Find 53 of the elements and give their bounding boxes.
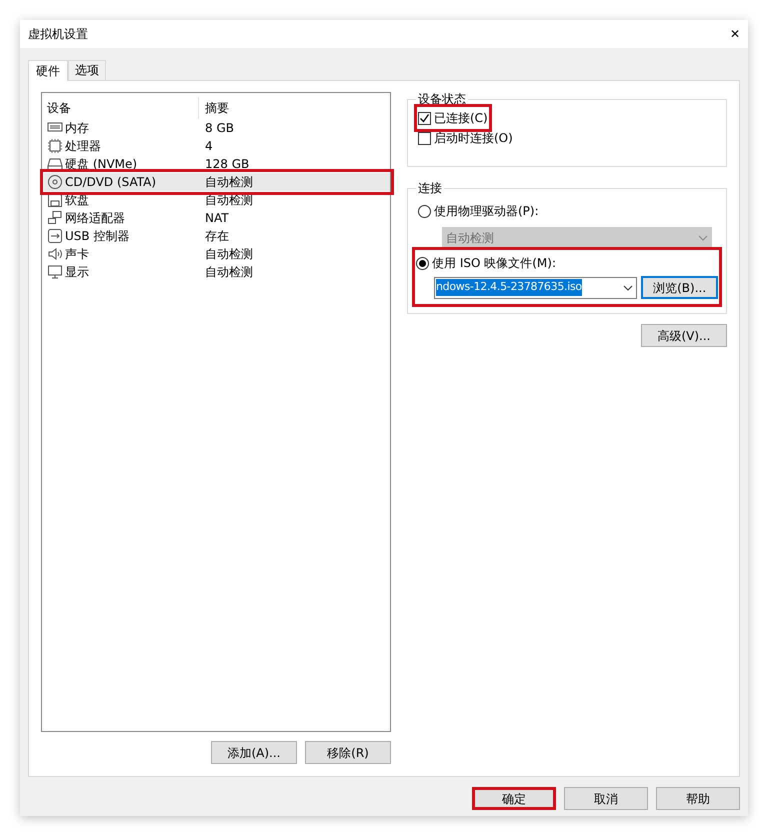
speaker-icon <box>47 246 63 262</box>
device-summary: 存在 <box>205 229 229 243</box>
column-header: 设备 <box>47 100 71 117</box>
window-title: 虚拟机设置 <box>28 26 88 43</box>
device-summary: 自动检测 <box>205 175 253 189</box>
add-button[interactable]: 添加(A)... <box>211 741 297 764</box>
dialog-button[interactable]: 帮助 <box>656 787 740 810</box>
browse-button[interactable]: 浏览(B)... <box>641 276 718 299</box>
device-summary: 4 <box>205 139 213 153</box>
disc-icon <box>47 174 63 190</box>
device-row[interactable]: 显示 自动检测 <box>44 263 390 281</box>
radio-button[interactable]: 使用 ISO 映像文件(M): <box>416 253 556 273</box>
device-summary: 自动检测 <box>205 265 253 279</box>
dropdown-value: 自动检测 <box>446 230 494 247</box>
close-button[interactable]: ✕ <box>730 25 740 43</box>
device-row[interactable]: 网络适配器 NAT <box>44 209 390 227</box>
device-name: 软盘 <box>65 192 89 209</box>
hard-drive-icon <box>47 156 63 172</box>
advanced-button[interactable]: 高级(V)... <box>641 324 727 347</box>
device-row[interactable]: 声卡 自动检测 <box>44 245 390 263</box>
device-name: 网络适配器 <box>65 210 125 227</box>
tab[interactable]: 硬件 <box>28 60 68 81</box>
checkbox[interactable]: 已连接(C) <box>418 108 488 128</box>
caret-icon <box>698 235 708 241</box>
device-name: USB 控制器 <box>65 228 130 245</box>
device-summary: 自动检测 <box>205 247 253 261</box>
iso-path-text: ndows-12.4.5-23787635.iso <box>436 279 582 296</box>
device-name: 显示 <box>65 264 89 281</box>
remove-button[interactable]: 移除(R) <box>305 741 391 764</box>
device-row[interactable]: CD/DVD (SATA) 自动检测 <box>44 173 390 191</box>
dialog-button[interactable]: 确定 <box>472 787 556 810</box>
check-icon <box>419 112 430 124</box>
device-summary: 128 GB <box>205 157 250 171</box>
device-row[interactable]: 内存 8 GB <box>44 119 390 137</box>
group-title: 连接 <box>417 181 443 195</box>
device-summary: 8 GB <box>205 121 234 135</box>
tab[interactable]: 选项 <box>68 60 106 80</box>
device-row[interactable]: 处理器 4 <box>44 137 390 155</box>
device-row[interactable]: USB 控制器 存在 <box>44 227 390 245</box>
checkbox[interactable]: 启动时连接(O) <box>418 128 513 148</box>
column-header: 摘要 <box>205 101 229 115</box>
device-summary: NAT <box>205 211 229 225</box>
dialog-button[interactable]: 取消 <box>564 787 648 810</box>
device-name: 内存 <box>65 120 89 137</box>
monitor-icon <box>47 264 63 280</box>
usb-icon <box>47 228 63 244</box>
iso-path-dropdown[interactable]: ndows-12.4.5-23787635.iso <box>434 276 638 298</box>
device-name: 声卡 <box>65 246 89 263</box>
network-icon <box>47 210 63 226</box>
caret-icon <box>623 284 634 290</box>
device-name: CD/DVD (SATA) <box>65 174 156 191</box>
device-name: 处理器 <box>65 138 101 155</box>
chip-icon <box>47 138 63 154</box>
